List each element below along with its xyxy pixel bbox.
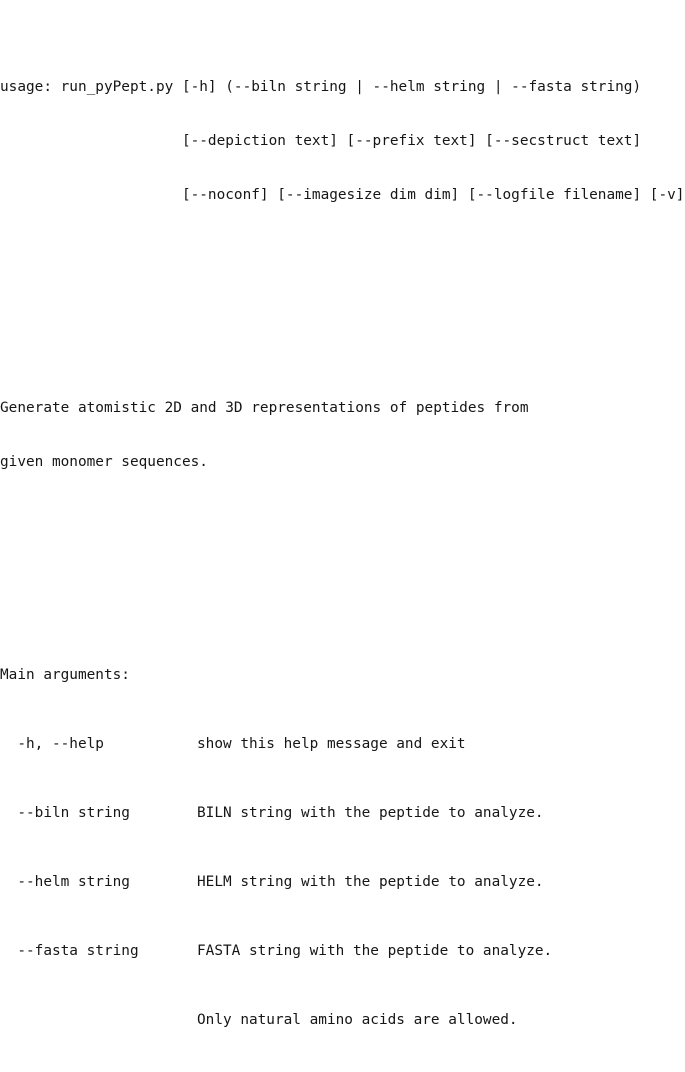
usage-line-1: usage: run_pyPept.py [-h] (--biln string… (0, 79, 642, 95)
usage-line-2: [--depiction text] [--prefix text] [--se… (0, 133, 642, 149)
spacer-after-usage (0, 282, 685, 306)
option-desc-helm: HELM string with the peptide to analyze. (197, 874, 544, 890)
usage-line-3: [--noconf] [--imagesize dim dim] [--logf… (0, 187, 685, 203)
spacer-after-description (0, 549, 685, 573)
description-line-1: Generate atomistic 2D and 3D representat… (0, 400, 529, 416)
option-flag-biln: --biln string (0, 805, 130, 821)
description-block: Generate atomistic 2D and 3D representat… (0, 366, 685, 504)
option-row-help: -h, --help show this help message and exi… (0, 732, 685, 756)
option-desc-biln: BILN string with the peptide to analyze. (197, 805, 544, 821)
option-row-biln: --biln string BILN string with the peptid… (0, 801, 685, 825)
option-desc-fasta-line-2: Only natural amino acids are allowed. (197, 1012, 518, 1028)
option-desc-help: show this help message and exit (197, 736, 466, 752)
usage-block: usage: run_pyPept.py [-h] (--biln string… (0, 45, 685, 237)
option-flag-helm: --helm string (0, 874, 130, 890)
description-line-2: given monomer sequences. (0, 454, 208, 470)
option-row-fasta: --fasta string FASTA string with the pept… (0, 939, 685, 963)
main-arguments-section: Main arguments: -h, --help show this help… (0, 633, 685, 1062)
option-desc-fasta: FASTA string with the peptide to analyze… (197, 943, 553, 959)
terminal-help-output: usage: run_pyPept.py [-h] (--biln string… (0, 0, 685, 1028)
option-row-helm: --helm string HELM string with the peptid… (0, 870, 685, 894)
option-flag-help: -h, --help (0, 736, 104, 752)
main-arguments-heading: Main arguments: (0, 667, 130, 683)
option-flag-fasta: --fasta string (0, 943, 139, 959)
option-row-fasta-cont: Only natural amino acids are allowed. (0, 1008, 685, 1032)
